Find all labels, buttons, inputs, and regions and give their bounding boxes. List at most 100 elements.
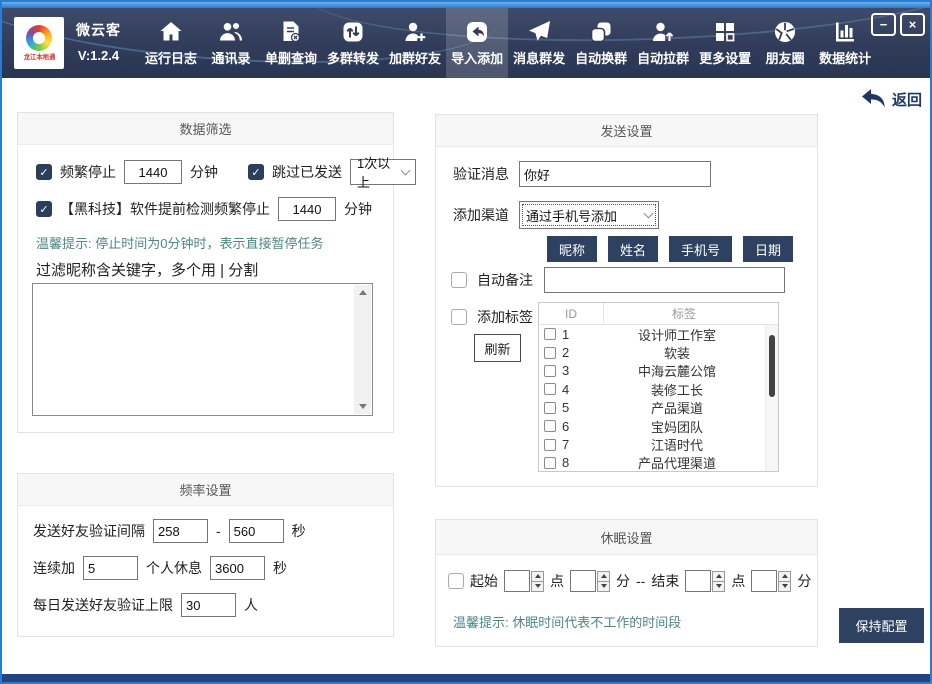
back-button[interactable]: 返回 [861, 88, 922, 110]
nav-item[interactable]: 更多设置 [694, 8, 756, 78]
nav-item[interactable]: 加群好友 [384, 8, 446, 78]
continuous-label: 连续加 [33, 558, 75, 578]
tech-unit: 分钟 [344, 199, 372, 219]
start-minute-input[interactable] [570, 570, 596, 592]
nav-item[interactable]: 通讯录 [202, 8, 260, 78]
insert-buttons: 昵称姓名手机号日期 [547, 236, 793, 262]
interval-unit: 秒 [292, 521, 306, 541]
textarea-scrollbar[interactable] [354, 285, 371, 414]
tag-row-label: 软装 [590, 343, 764, 362]
minimize-button[interactable]: − [871, 13, 896, 36]
sleep-hint: 温馨提示: 休眠时间代表不工作的时间段 [453, 612, 681, 631]
filter-keywords-textarea[interactable] [32, 283, 373, 416]
insert-variable-button[interactable]: 姓名 [608, 236, 658, 262]
nav-item-label: 运行日志 [145, 48, 197, 67]
data-filter-title: 数据筛选 [18, 113, 393, 145]
tech-checkbox[interactable]: ✓ [36, 201, 52, 217]
tag-row-label: 宝妈团队 [590, 417, 764, 436]
tag-row-checkbox[interactable] [544, 347, 556, 359]
tag-table-row: 2软装 [539, 343, 778, 361]
scroll-up-icon [359, 290, 367, 295]
spin-down-button[interactable] [778, 581, 791, 592]
refresh-button[interactable]: 刷新 [474, 334, 521, 362]
rest-input[interactable] [210, 556, 265, 580]
auto-remark-checkbox[interactable] [451, 272, 467, 288]
nav-item[interactable]: 自动拉群 [632, 8, 694, 78]
close-button[interactable]: × [900, 13, 925, 36]
interval-min-input[interactable] [153, 519, 208, 543]
continuous-input[interactable] [83, 556, 138, 580]
tag-row-id: 5 [556, 400, 590, 415]
nav-item[interactable]: 运行日志 [140, 8, 202, 78]
daily-input[interactable] [181, 593, 236, 617]
tag-row-checkbox[interactable] [544, 365, 556, 377]
nav-item[interactable]: 自动换群 [570, 8, 632, 78]
spin-down-button[interactable] [531, 581, 544, 592]
interval-max-input[interactable] [229, 519, 284, 543]
daily-unit: 人 [244, 595, 258, 615]
tag-row-checkbox[interactable] [544, 402, 556, 414]
data-filter-hint: 温馨提示: 停止时间为0分钟时，表示直接暂停任务 [36, 233, 323, 252]
nav-item[interactable]: 朋友圈 [756, 8, 814, 78]
tag-table-row: 1设计师工作室 [539, 325, 778, 343]
end-minute-spinner [751, 570, 791, 592]
nav-item[interactable]: 单删查询 [260, 8, 322, 78]
tag-row-checkbox[interactable] [544, 383, 556, 395]
freq-stop-checkbox[interactable]: ✓ [36, 164, 52, 180]
swap-group-icon [588, 19, 614, 45]
channel-select[interactable]: 通过手机号添加 [519, 201, 659, 229]
tag-table-row: 7江语时代 [539, 435, 778, 453]
add-tag-checkbox[interactable] [451, 309, 467, 325]
freq-stop-unit: 分钟 [190, 162, 218, 182]
sleep-separator: -- [636, 573, 645, 589]
start-hour-input[interactable] [504, 570, 530, 592]
tag-table-header-tag: 标签 [603, 303, 764, 324]
end-hour-input[interactable] [685, 570, 711, 592]
frequency-title: 频率设置 [18, 474, 393, 506]
grid-icon [712, 19, 738, 45]
sleep-enable-checkbox[interactable] [448, 573, 464, 589]
tech-input[interactable] [278, 197, 336, 221]
tag-row-label: 产品代理渠道 [590, 453, 764, 472]
nav-item-label: 多群转发 [327, 48, 379, 67]
tag-row-checkbox[interactable] [544, 420, 556, 432]
tag-row-checkbox[interactable] [544, 439, 556, 451]
tag-table-scrollbar[interactable] [765, 325, 778, 471]
insert-variable-button[interactable]: 日期 [743, 236, 793, 262]
spin-down-button[interactable] [597, 581, 610, 592]
nav-item[interactable]: 导入添加 [446, 8, 508, 78]
tag-row-id: 1 [556, 327, 590, 342]
doc-delete-icon [278, 19, 304, 45]
insert-variable-button[interactable]: 昵称 [547, 236, 597, 262]
tag-table-row: 6宝妈团队 [539, 417, 778, 435]
skip-sent-select[interactable]: 1次以上 [350, 159, 416, 185]
nav-item-label: 单删查询 [265, 48, 317, 67]
filter-keywords-label: 过滤昵称含关键字，多个用 | 分割 [36, 259, 258, 280]
freq-stop-input[interactable] [124, 160, 182, 184]
nav-item-label: 加群好友 [389, 48, 441, 67]
end-minute-input[interactable] [751, 570, 777, 592]
main-content: 返回 数据筛选 ✓ 频繁停止 分钟 ✓ 跳过已发送 1次以上 ✓ 【黑科技】软件… [2, 78, 930, 674]
tag-row-checkbox[interactable] [544, 457, 556, 469]
verify-message-label: 验证消息 [453, 164, 509, 184]
auto-remark-input[interactable] [544, 267, 785, 293]
insert-variable-button[interactable]: 手机号 [669, 236, 732, 262]
tag-table-row: 4装修工长 [539, 380, 778, 398]
nav-item-label: 导入添加 [451, 48, 503, 67]
transfer-icon [340, 19, 366, 45]
data-filter-panel: 数据筛选 ✓ 频繁停止 分钟 ✓ 跳过已发送 1次以上 ✓ 【黑科技】软件提前检… [17, 112, 394, 433]
save-config-button[interactable]: 保持配置 [839, 608, 924, 643]
send-icon [526, 19, 552, 45]
tag-row-id: 4 [556, 382, 590, 397]
nav-item[interactable]: 多群转发 [322, 8, 384, 78]
scrollbar-thumb[interactable] [769, 335, 775, 397]
nav-item[interactable]: 消息群发 [508, 8, 570, 78]
auto-remark-label: 自动备注 [477, 270, 533, 290]
tag-row-checkbox[interactable] [544, 328, 556, 340]
skip-sent-checkbox[interactable]: ✓ [248, 164, 264, 180]
minute-label2: 分 [797, 571, 811, 591]
spin-down-button[interactable] [712, 581, 725, 592]
nav-item[interactable]: 数据统计 [814, 8, 876, 78]
verify-message-input[interactable] [519, 161, 711, 187]
chevron-down-icon [644, 209, 654, 219]
